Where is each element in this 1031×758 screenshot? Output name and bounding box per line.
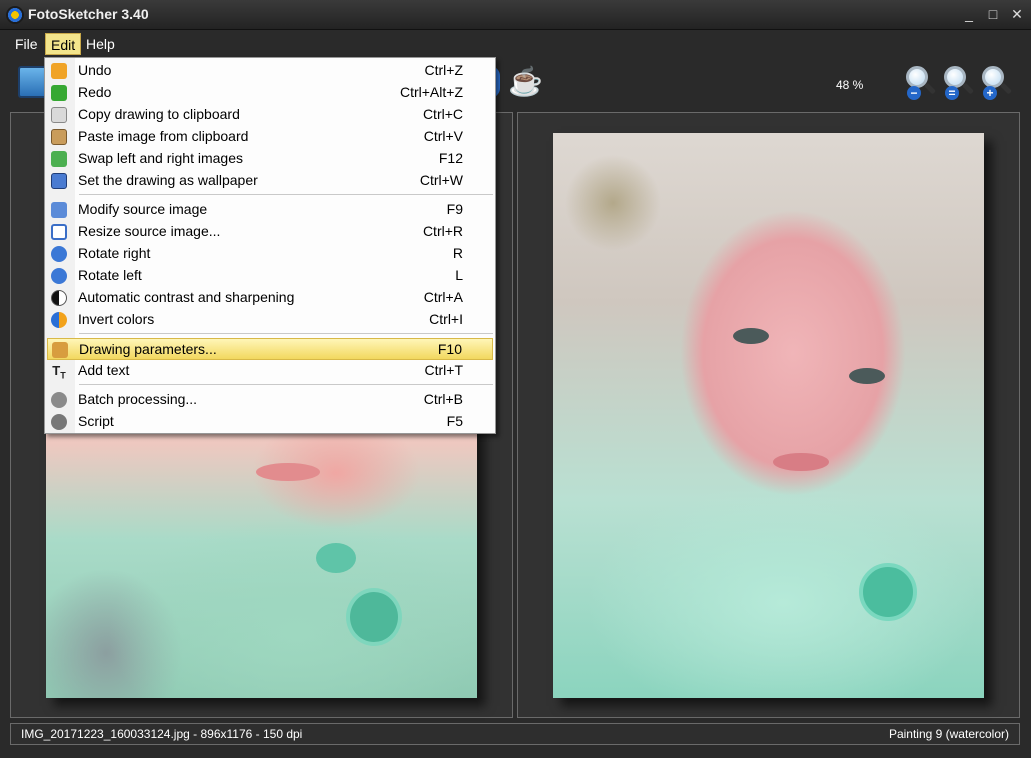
zoom-actual-icon[interactable]: = (942, 66, 976, 102)
menu-item-paste-image[interactable]: Paste image from clipboard Ctrl+V (47, 126, 493, 148)
menu-item-label: Paste image from clipboard (78, 128, 249, 144)
menu-item-rotate-left[interactable]: Rotate left L (47, 265, 493, 287)
menu-separator (79, 194, 493, 195)
menu-item-shortcut: Ctrl+A (423, 289, 463, 305)
zoom-out-sign: − (907, 86, 921, 100)
menu-item-label: Rotate left (78, 267, 142, 283)
menu-item-shortcut: F10 (437, 341, 462, 357)
menu-item-shortcut: F9 (446, 201, 463, 217)
status-file-info: IMG_20171223_160033124.jpg - 896x1176 - … (21, 727, 303, 741)
text-icon: TT (52, 363, 66, 381)
menu-help[interactable]: Help (81, 33, 120, 55)
menu-bar: File Edit Help (0, 31, 1031, 57)
menu-item-shortcut: L (455, 267, 463, 283)
menu-item-shortcut: Ctrl+R (422, 223, 463, 239)
menu-item-shortcut: F12 (438, 150, 463, 166)
photo-detail (859, 563, 917, 621)
copy-icon (51, 107, 67, 123)
menu-item-label: Redo (78, 84, 112, 100)
zoom-actual-sign: = (945, 86, 959, 100)
close-button[interactable]: ✕ (1006, 4, 1028, 24)
menu-item-script[interactable]: Script F5 (47, 411, 493, 433)
menu-item-label: Set the drawing as wallpaper (78, 172, 258, 188)
zoom-in-sign: + (983, 86, 997, 100)
menu-item-shortcut: Ctrl+W (419, 172, 463, 188)
menu-item-label: Copy drawing to clipboard (78, 106, 240, 122)
maximize-button[interactable]: □ (982, 4, 1004, 24)
menu-item-shortcut: Ctrl+Alt+Z (399, 84, 463, 100)
photo-detail (346, 588, 402, 646)
zoom-level: 48 % (836, 78, 864, 92)
redo-icon (51, 85, 67, 101)
menu-item-copy-drawing[interactable]: Copy drawing to clipboard Ctrl+C (47, 104, 493, 126)
wallpaper-icon (51, 173, 67, 189)
menu-item-set-wallpaper[interactable]: Set the drawing as wallpaper Ctrl+W (47, 170, 493, 192)
menu-item-shortcut: R (452, 245, 463, 261)
window-title: FotoSketcher 3.40 (28, 6, 149, 22)
menu-edit[interactable]: Edit (45, 33, 82, 55)
menu-item-shortcut: Ctrl+B (423, 391, 463, 407)
menu-item-label: Resize source image... (78, 223, 221, 239)
rotate-right-icon (51, 246, 67, 262)
photo-detail (316, 543, 356, 573)
menu-item-shortcut: Ctrl+I (429, 311, 463, 327)
script-gears-icon (51, 414, 67, 430)
minimize-button[interactable]: _ (958, 4, 980, 24)
modify-image-icon (51, 202, 67, 218)
menu-item-undo[interactable]: Undo Ctrl+Z (47, 60, 493, 82)
menu-separator (79, 384, 493, 385)
contrast-icon (51, 290, 67, 306)
menu-item-drawing-parameters[interactable]: Drawing parameters... F10 (47, 338, 493, 360)
coffee-icon[interactable]: ☕ (508, 66, 543, 98)
menu-item-batch-processing[interactable]: Batch processing... Ctrl+B (47, 389, 493, 411)
rotate-left-icon (51, 268, 67, 284)
menu-item-shortcut: Ctrl+Z (424, 62, 464, 78)
menu-item-label: Undo (78, 62, 112, 78)
photo-detail (849, 368, 885, 384)
undo-icon (51, 63, 67, 79)
menu-item-auto-contrast[interactable]: Automatic contrast and sharpening Ctrl+A (47, 287, 493, 309)
photo-detail (733, 328, 769, 344)
photo-detail (773, 453, 829, 471)
menu-item-modify-source[interactable]: Modify source image F9 (47, 199, 493, 221)
invert-icon (51, 312, 67, 328)
menu-item-shortcut: Ctrl+V (423, 128, 463, 144)
watercolor-drawing (553, 133, 984, 698)
menu-item-label: Modify source image (78, 201, 208, 217)
menu-file[interactable]: File (10, 33, 43, 55)
photo-detail (256, 463, 320, 481)
menu-item-add-text[interactable]: TT Add text Ctrl+T (47, 360, 493, 382)
menu-item-label: Batch processing... (78, 391, 198, 407)
paste-icon (51, 129, 67, 145)
menu-item-label: Swap left and right images (78, 150, 243, 166)
menu-separator (79, 333, 493, 334)
menu-item-invert-colors[interactable]: Invert colors Ctrl+I (47, 309, 493, 331)
palette-icon (52, 342, 68, 358)
menu-item-rotate-right[interactable]: Rotate right R (47, 243, 493, 265)
batch-gear-icon (51, 392, 67, 408)
zoom-in-icon[interactable]: + (980, 66, 1014, 102)
menu-item-redo[interactable]: Redo Ctrl+Alt+Z (47, 82, 493, 104)
menu-item-shortcut: F5 (446, 413, 463, 429)
status-bar: IMG_20171223_160033124.jpg - 896x1176 - … (10, 723, 1020, 745)
title-bar: FotoSketcher 3.40 _ □ ✕ (0, 0, 1031, 30)
menu-item-swap-images[interactable]: Swap left and right images F12 (47, 148, 493, 170)
menu-item-label: Drawing parameters... (79, 341, 217, 357)
menu-item-shortcut: Ctrl+T (424, 362, 464, 378)
menu-item-shortcut: Ctrl+C (422, 106, 463, 122)
drawing-panel[interactable] (517, 112, 1020, 718)
menu-item-label: Invert colors (78, 311, 155, 327)
resize-icon (51, 224, 67, 240)
status-painting-style: Painting 9 (watercolor) (888, 727, 1009, 741)
menu-item-label: Automatic contrast and sharpening (78, 289, 295, 305)
swap-icon (51, 151, 67, 167)
menu-item-label: Add text (78, 362, 130, 378)
menu-item-resize-source[interactable]: Resize source image... Ctrl+R (47, 221, 493, 243)
app-logo-icon (6, 6, 24, 24)
menu-item-label: Rotate right (78, 245, 151, 261)
zoom-out-icon[interactable]: − (904, 66, 938, 102)
menu-item-label: Script (78, 413, 114, 429)
edit-menu-dropdown: Undo Ctrl+Z Redo Ctrl+Alt+Z Copy drawing… (44, 57, 496, 434)
